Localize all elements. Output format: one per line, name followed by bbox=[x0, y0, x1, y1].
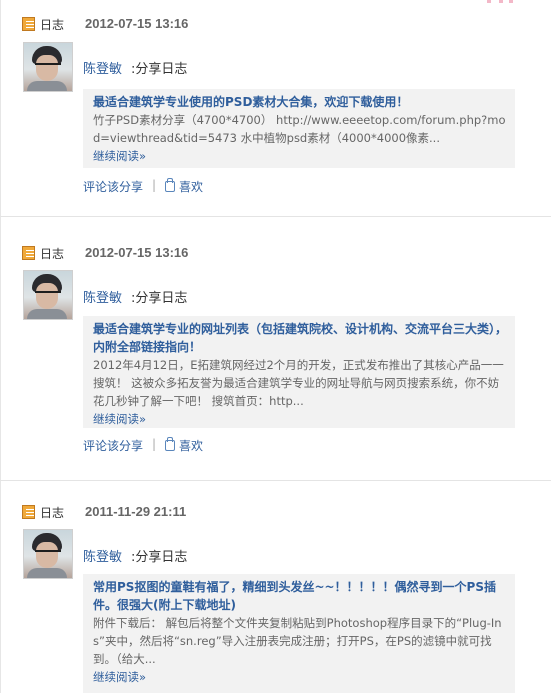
avatar[interactable] bbox=[23, 42, 73, 92]
share-action-text: :分享日志 bbox=[131, 550, 188, 565]
blog-icon bbox=[22, 246, 35, 260]
entry-date: 2012-07-15 13:16 bbox=[85, 245, 189, 260]
share-feed: 日志 2012-07-15 13:16 陈登敏 :分享日志 最适合建筑学专业使用… bbox=[0, 0, 551, 693]
comment-share-link[interactable]: 评论该分享 bbox=[83, 178, 143, 195]
shared-blog-card: 最适合建筑学专业的网址列表（包括建筑院校、设计机构、交流平台三大类），内附全部链… bbox=[83, 316, 515, 428]
footer-divider: | bbox=[152, 437, 157, 451]
author-link[interactable]: 陈登敏 bbox=[83, 58, 122, 77]
entry-divider bbox=[0, 216, 551, 217]
shared-blog-title[interactable]: 常用PS抠图的童鞋有福了，精细到头发丝~~！！！！！偶然寻到一个PS插件。很强大… bbox=[93, 578, 507, 614]
author-link[interactable]: 陈登敏 bbox=[83, 546, 122, 565]
read-more-link[interactable]: 继续阅读» bbox=[93, 410, 507, 428]
share-action-text: :分享日志 bbox=[131, 62, 188, 77]
comment-share-link[interactable]: 评论该分享 bbox=[83, 437, 143, 454]
shared-blog-card: 常用PS抠图的童鞋有福了，精细到头发丝~~！！！！！偶然寻到一个PS插件。很强大… bbox=[83, 574, 515, 693]
footer-divider: | bbox=[152, 178, 157, 192]
entry-date: 2011-11-29 21:11 bbox=[85, 504, 187, 519]
avatar[interactable] bbox=[23, 270, 73, 320]
shared-blog-excerpt: 附件下载后： 解包后将整个文件夹复制粘贴到Photoshop程序目录下的“Plu… bbox=[93, 616, 502, 666]
read-more-link[interactable]: 继续阅读» bbox=[93, 147, 507, 165]
read-more-link[interactable]: 继续阅读» bbox=[93, 668, 507, 686]
top-decoration bbox=[487, 0, 517, 4]
entry-type-label: 日志 bbox=[40, 18, 65, 32]
shared-blog-title[interactable]: 最适合建筑学专业的网址列表（包括建筑院校、设计机构、交流平台三大类），内附全部链… bbox=[93, 320, 507, 356]
blog-icon bbox=[22, 17, 35, 31]
share-action-text: :分享日志 bbox=[131, 291, 188, 306]
shared-blog-excerpt: 2012年4月12日，E拓建筑网经过2个月的开发，正式发布推出了其核心产品一一搜… bbox=[93, 358, 504, 408]
like-link[interactable]: 喜欢 bbox=[179, 437, 203, 454]
thumbs-up-icon[interactable] bbox=[165, 437, 175, 451]
entry-divider bbox=[0, 480, 551, 481]
like-link[interactable]: 喜欢 bbox=[179, 178, 203, 195]
entry-date: 2012-07-15 13:16 bbox=[85, 16, 189, 31]
blog-icon bbox=[22, 505, 35, 519]
left-border bbox=[0, 0, 1, 693]
shared-blog-excerpt: 竹子PSD素材分享（4700*4700） http://www.eeeetop.… bbox=[93, 113, 506, 145]
shared-blog-card: 最适合建筑学专业使用的PSD素材大合集，欢迎下载使用！ 竹子PSD素材分享（47… bbox=[83, 89, 515, 168]
shared-blog-title[interactable]: 最适合建筑学专业使用的PSD素材大合集，欢迎下载使用！ bbox=[93, 93, 507, 111]
avatar[interactable] bbox=[23, 529, 73, 579]
thumbs-up-icon[interactable] bbox=[165, 178, 175, 192]
entry-type-label: 日志 bbox=[40, 506, 65, 520]
entry-type-label: 日志 bbox=[40, 247, 65, 261]
author-link[interactable]: 陈登敏 bbox=[83, 287, 122, 306]
